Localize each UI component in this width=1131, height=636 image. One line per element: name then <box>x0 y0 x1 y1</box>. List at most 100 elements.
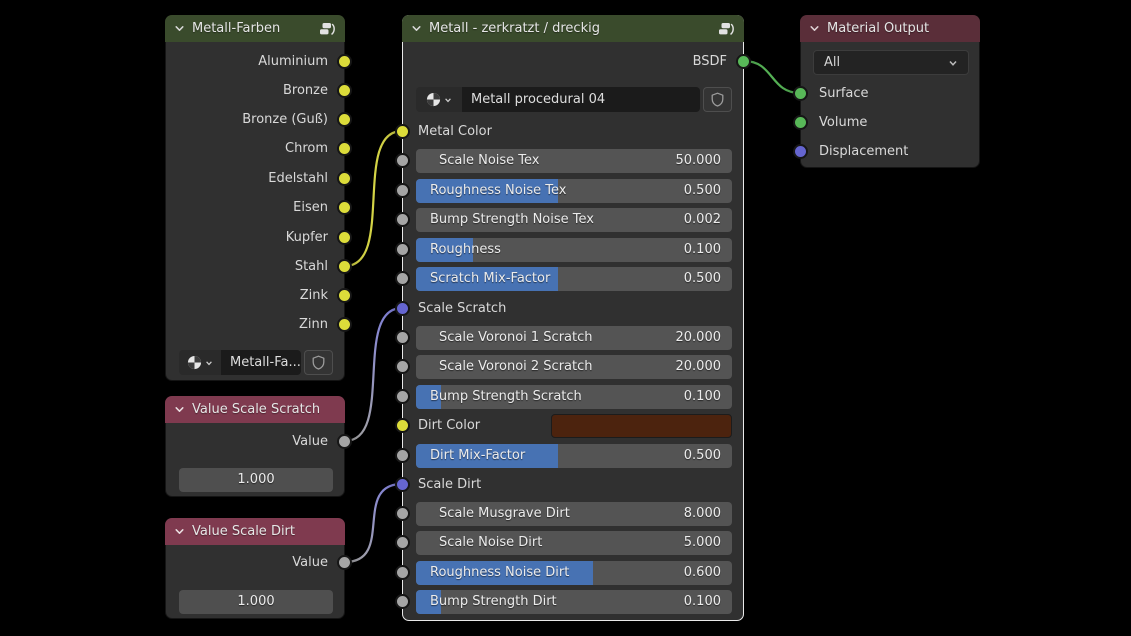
value-slider[interactable]: 1.000 <box>179 590 333 614</box>
output-target-select[interactable]: All <box>813 50 969 75</box>
datablock-name-field[interactable]: Metall-Fa... <box>221 350 301 375</box>
dirt-color-swatch[interactable] <box>551 414 732 438</box>
chevron-down-icon[interactable] <box>174 23 185 34</box>
node-header[interactable]: Metall - zerkratzt / dreckig <box>402 15 744 42</box>
input-socket-metal-color[interactable] <box>395 124 410 139</box>
node-value-scale-dirt[interactable]: Value Scale Dirt Value 1.000 <box>165 518 345 619</box>
chevron-down-icon[interactable] <box>411 23 422 34</box>
output-socket-kupfer[interactable] <box>337 230 352 245</box>
datablock-browse-button[interactable] <box>416 87 462 112</box>
node-header[interactable]: Metall-Farben <box>165 15 345 42</box>
input-label-volume: Volume <box>819 113 867 133</box>
input-socket[interactable] <box>395 389 410 404</box>
fake-user-toggle[interactable] <box>703 87 732 112</box>
input-label-dirt-color: Dirt Color <box>418 416 480 436</box>
output-socket-bsdf[interactable] <box>736 54 751 69</box>
input-socket[interactable] <box>395 212 410 227</box>
output-label: Value <box>292 432 328 452</box>
input-socket-dirt-color[interactable] <box>395 418 410 433</box>
input-socket[interactable] <box>395 535 410 550</box>
slider-scale-noise-tex[interactable]: Scale Noise Tex 50.000 <box>416 149 732 173</box>
input-socket[interactable] <box>395 183 410 198</box>
output-socket-stahl[interactable] <box>337 259 352 274</box>
node-metall-zerkratzt-dreckig[interactable]: Metall - zerkratzt / dreckig BSDF Metall… <box>402 15 744 621</box>
input-socket-surface[interactable] <box>793 86 808 101</box>
slider-bump-strength-scratch[interactable]: Bump Strength Scratch 0.100 <box>416 385 732 409</box>
input-socket[interactable] <box>395 448 410 463</box>
input-label-surface: Surface <box>819 84 869 104</box>
value-slider[interactable]: 1.000 <box>179 468 333 492</box>
output-socket-aluminium[interactable] <box>337 54 352 69</box>
input-socket[interactable] <box>395 594 410 609</box>
output-socket-chrom[interactable] <box>337 141 352 156</box>
node-editor-canvas: Metall-Farben Aluminium Bronze Bronze (G… <box>0 0 1131 636</box>
datablock-name-field[interactable]: Metall procedural 04 <box>462 87 700 112</box>
node-material-output[interactable]: Material Output All Surface Volume Displ… <box>800 15 980 168</box>
output-label: Eisen <box>293 198 328 218</box>
node-header[interactable]: Value Scale Dirt <box>165 518 345 545</box>
input-label-displacement: Displacement <box>819 142 908 162</box>
slider-scratch-mix-factor[interactable]: Scratch Mix-Factor 0.500 <box>416 267 732 291</box>
input-socket-displacement[interactable] <box>793 144 808 159</box>
output-socket-bronze-guss[interactable] <box>337 112 352 127</box>
output-socket-zink[interactable] <box>337 288 352 303</box>
node-header[interactable]: Material Output <box>800 15 980 42</box>
slider-bump-strength-noise-tex[interactable]: Bump Strength Noise Tex 0.002 <box>416 208 732 232</box>
input-socket[interactable] <box>395 506 410 521</box>
chevron-down-icon <box>948 58 958 68</box>
slider-value: 20.000 <box>676 326 722 350</box>
slider-dirt-mix-factor[interactable]: Dirt Mix-Factor 0.500 <box>416 444 732 468</box>
input-socket-volume[interactable] <box>793 115 808 130</box>
slider-value: 0.100 <box>684 590 721 614</box>
output-socket-zinn[interactable] <box>337 317 352 332</box>
shield-icon <box>711 92 724 107</box>
output-socket-value[interactable] <box>337 434 352 449</box>
output-socket-value[interactable] <box>337 555 352 570</box>
output-label: Kupfer <box>286 228 328 248</box>
chevron-down-icon[interactable] <box>174 526 185 537</box>
slider-value: 0.500 <box>684 179 721 203</box>
input-socket[interactable] <box>395 565 410 580</box>
slider-value: 0.100 <box>684 238 721 262</box>
slider-label: Scale Voronoi 1 Scratch <box>439 326 593 350</box>
chevron-down-icon[interactable] <box>809 23 820 34</box>
input-socket-scale-dirt[interactable] <box>395 477 410 492</box>
output-socket-bronze[interactable] <box>337 83 352 98</box>
node-metall-farben[interactable]: Metall-Farben Aluminium Bronze Bronze (G… <box>165 15 345 381</box>
slider-label: Scale Musgrave Dirt <box>439 502 570 526</box>
input-socket[interactable] <box>395 271 410 286</box>
input-label-scale-dirt: Scale Dirt <box>418 475 481 495</box>
nodegroup-datablock-selector: Metall procedural 04 <box>416 87 732 112</box>
slider-roughness-noise-tex[interactable]: Roughness Noise Tex 0.500 <box>416 179 732 203</box>
fake-user-toggle[interactable] <box>304 350 333 375</box>
input-socket-scale-scratch[interactable] <box>395 301 410 316</box>
slider-bump-strength-dirt[interactable]: Bump Strength Dirt 0.100 <box>416 590 732 614</box>
slider-scale-noise-dirt[interactable]: Scale Noise Dirt 5.000 <box>416 531 732 555</box>
material-sphere-icon <box>426 92 441 107</box>
slider-roughness-noise-dirt[interactable]: Roughness Noise Dirt 0.600 <box>416 561 732 585</box>
slider-scale-voronoi-1-scratch[interactable]: Scale Voronoi 1 Scratch 20.000 <box>416 326 732 350</box>
node-title: Material Output <box>827 21 929 36</box>
slider-scale-musgrave-dirt[interactable]: Scale Musgrave Dirt 8.000 <box>416 502 732 526</box>
datablock-browse-button[interactable] <box>179 350 221 375</box>
slider-value: 20.000 <box>676 355 722 379</box>
input-socket[interactable] <box>395 330 410 345</box>
slider-label: Bump Strength Dirt <box>430 590 557 614</box>
slider-value: 0.600 <box>684 561 721 585</box>
node-value-scale-scratch[interactable]: Value Scale Scratch Value 1.000 <box>165 396 345 497</box>
output-socket-eisen[interactable] <box>337 200 352 215</box>
slider-label: Roughness Noise Tex <box>430 179 566 203</box>
input-socket[interactable] <box>395 242 410 257</box>
wire-value-to-scale-scratch <box>345 308 402 441</box>
output-label: Stahl <box>295 257 328 277</box>
output-socket-edelstahl[interactable] <box>337 171 352 186</box>
shield-icon <box>312 355 325 370</box>
node-header[interactable]: Value Scale Scratch <box>165 396 345 423</box>
chevron-down-icon[interactable] <box>174 404 185 415</box>
node-title: Value Scale Scratch <box>192 402 320 417</box>
input-socket[interactable] <box>395 359 410 374</box>
slider-label: Roughness <box>430 238 501 262</box>
slider-scale-voronoi-2-scratch[interactable]: Scale Voronoi 2 Scratch 20.000 <box>416 355 732 379</box>
input-socket[interactable] <box>395 153 410 168</box>
slider-roughness[interactable]: Roughness 0.100 <box>416 238 732 262</box>
